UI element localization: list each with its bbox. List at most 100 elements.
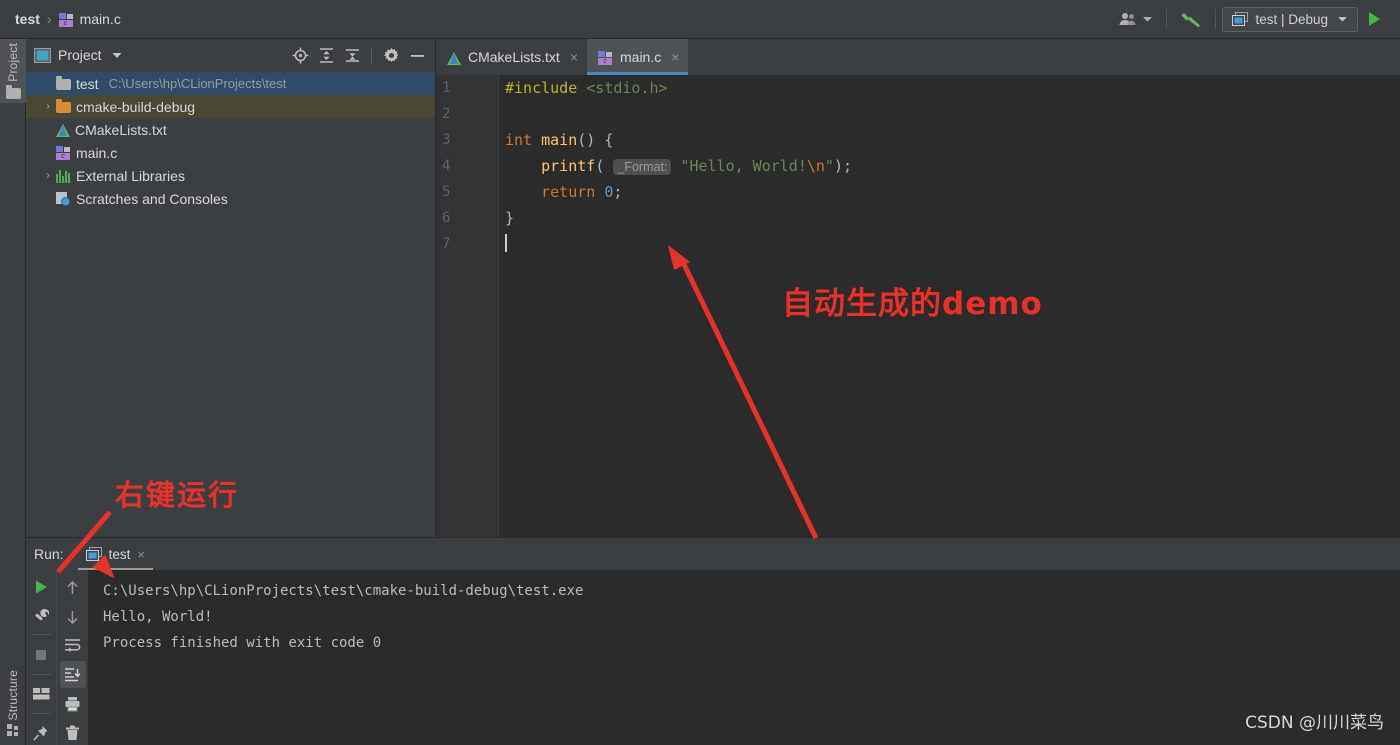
soft-wrap-icon[interactable] [60,632,86,659]
tree-item-external-libraries[interactable]: › External Libraries [26,164,435,187]
keyword-token: return [541,183,595,201]
chevron-down-icon [1142,15,1153,23]
breadcrumb-file[interactable]: main.c [80,11,121,27]
chevron-down-icon[interactable]: ⱟ [40,78,56,89]
tree-item-label: cmake-build-debug [76,99,195,115]
breadcrumb-project[interactable]: test [15,11,40,27]
chevron-right-icon[interactable]: › [40,170,56,181]
scroll-down-icon[interactable] [60,603,86,630]
chevron-down-icon[interactable] [111,51,123,60]
project-tree: ⱟ test C:\Users\hp\CLionProjects\test › … [26,71,435,210]
trash-icon[interactable] [60,719,86,745]
cmake-file-icon [56,124,70,137]
run-panel-left-toolbar [26,570,56,745]
toolbar-divider-2 [31,674,51,675]
folder-orange-icon [56,102,71,113]
editor-tab-main-c[interactable]: c main.c × [587,39,688,75]
tree-item-cmakelists[interactable]: CMakeLists.txt [26,118,435,141]
run-panel-label: Run: [34,546,64,562]
stop-icon[interactable] [28,641,54,667]
run-panel-second-toolbar [56,570,88,745]
left-tool-strip: Project Structure [0,39,26,745]
editor-tab-cmakelists[interactable]: CMakeLists.txt × [436,39,587,75]
run-panel-header: Run: test × [26,538,1400,570]
toolbar-divider [1166,9,1167,29]
tree-item-path: C:\Users\hp\CLionProjects\test [109,76,287,91]
locate-target-icon[interactable] [288,43,312,67]
string-token: "Hello, World! [671,157,806,175]
code-line-5: return 0; [505,179,1400,205]
panel-toolbar-divider [371,47,372,64]
minimize-icon[interactable] [405,43,429,67]
keyword-token: int [505,131,532,149]
code-line-1: #include <stdio.h> [505,75,1400,101]
sidebar-tab-project[interactable]: Project [0,39,26,103]
header-token: <stdio.h> [577,79,667,97]
code-line-6: } [505,205,1400,231]
function-name-token: main [532,131,577,149]
run-configuration-selector[interactable]: test | Debug [1222,7,1358,32]
close-icon[interactable]: × [570,49,578,65]
run-tool-window: Run: test × C:\Users\hp\CLionProjects\te… [26,537,1400,745]
code-line-7 [505,231,1400,257]
top-breadcrumb-bar: test › c main.c test | Debug [0,0,1400,39]
breadcrumb: test › c main.c [0,11,121,27]
sidebar-tab-project-label: Project [6,39,20,86]
folder-icon [56,79,71,90]
build-button[interactable] [1173,5,1209,33]
watermark: CSDN @川川菜鸟 [1245,708,1384,733]
console-line: Process finished with exit code 0 [103,630,1400,656]
console-line: Hello, World! [103,604,1400,630]
close-icon[interactable]: × [671,49,679,65]
gear-icon[interactable] [379,43,403,67]
tree-item-label: Scratches and Consoles [76,191,228,207]
run-panel-body: C:\Users\hp\CLionProjects\test\cmake-bui… [26,570,1400,745]
run-config-icon [1232,12,1248,26]
close-icon[interactable]: × [137,547,145,562]
code-line-2 [505,101,1400,127]
line-number: 7 [436,231,498,257]
print-icon[interactable] [60,690,86,717]
run-tab-test[interactable]: test × [78,541,153,568]
editor-gutter[interactable]: 1 2 3 4 5 6 7 [436,75,498,537]
text-caret [505,234,507,252]
tree-item-label: main.c [76,145,117,161]
user-account-button[interactable] [1111,5,1160,33]
tree-item-cmake-build-debug[interactable]: › cmake-build-debug [26,95,435,118]
scroll-to-end-icon[interactable] [60,661,86,688]
sidebar-tab-structure[interactable]: Structure [0,635,26,745]
tree-item-label: CMakeLists.txt [75,122,167,138]
escape-token: \n [807,157,825,175]
collapse-all-icon[interactable] [340,43,364,67]
line-number: 5 [436,179,498,205]
project-panel-header: Project [26,39,435,71]
string-token-end: " [825,157,834,175]
layout-icon[interactable] [28,681,54,707]
indent [505,157,541,175]
line-number: 6 [436,205,498,231]
project-tool-window: Project ⱟ test C:\Users\hp\CLionProjects… [26,39,436,537]
code-line-3: int main() { [505,127,1400,153]
c-file-icon: c [56,146,71,160]
cmake-file-icon [447,52,461,65]
project-panel-title: Project [58,47,102,63]
rerun-icon[interactable] [28,574,54,600]
wrench-icon[interactable] [28,602,54,628]
run-button[interactable] [1358,5,1390,33]
tree-item-label: test [76,76,99,92]
tree-item-scratches[interactable]: Scratches and Consoles [26,187,435,210]
chevron-right-icon[interactable]: › [40,101,56,112]
project-panel-toolbar [288,43,429,67]
tree-item-test[interactable]: ⱟ test C:\Users\hp\CLionProjects\test [26,72,435,95]
pin-icon[interactable] [28,720,54,745]
scroll-up-icon[interactable] [60,574,86,601]
expand-all-icon[interactable] [314,43,338,67]
chevron-down-icon [1337,15,1348,23]
folder-icon [6,88,21,99]
run-console-output[interactable]: C:\Users\hp\CLionProjects\test\cmake-bui… [88,570,1400,745]
run-config-icon [86,547,102,561]
tree-item-main-c[interactable]: c main.c [26,141,435,164]
project-view-icon [34,48,51,63]
line-number: 4 [436,153,498,179]
annotation-right-click-run: 右键运行 [115,472,239,514]
